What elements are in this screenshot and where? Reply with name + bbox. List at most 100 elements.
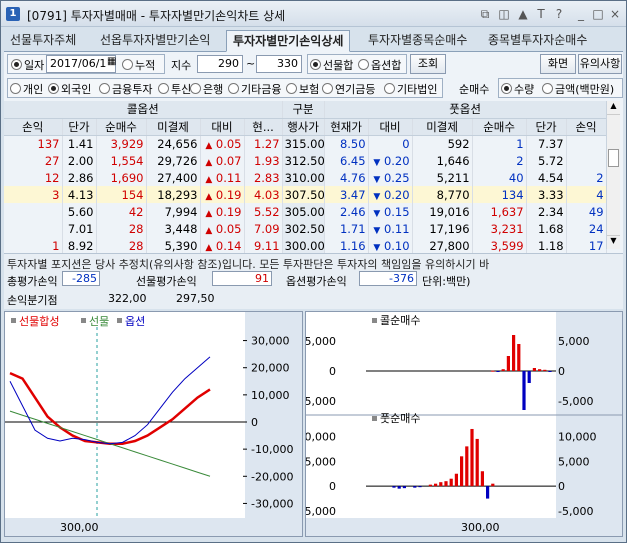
- y-tick-label-left: 0: [329, 365, 336, 378]
- investor-radio-etc-corp[interactable]: 기타법인: [384, 81, 437, 97]
- column-header[interactable]: 단가: [526, 118, 567, 136]
- close-icon[interactable]: ×: [607, 6, 623, 22]
- table-cell: 40: [472, 169, 527, 186]
- bar: [465, 446, 469, 487]
- column-header[interactable]: 손익: [4, 118, 63, 136]
- index-from-input[interactable]: 290: [197, 55, 243, 73]
- table-cell: 1.27: [244, 135, 283, 152]
- query-button[interactable]: 조회: [410, 54, 446, 74]
- column-header[interactable]: 미결제: [146, 118, 201, 136]
- investor-radio-bank[interactable]: 은행: [190, 81, 223, 97]
- table-cell: ▲ 0.19: [200, 203, 245, 220]
- column-header[interactable]: 행사가: [282, 118, 325, 136]
- scroll-down-icon[interactable]: ▼: [607, 235, 620, 249]
- table-cell: 302.50: [282, 220, 325, 237]
- table-cell: [4, 203, 63, 220]
- investor-radio-insurance[interactable]: 보험: [286, 81, 319, 97]
- column-header[interactable]: 대비: [200, 118, 245, 136]
- table-row[interactable]: 137 1.41 3,929 24,656 ▲ 0.05 1.27 315.00 8.50 0 5…: [4, 135, 607, 152]
- calendar-icon[interactable]: ▦: [107, 56, 116, 67]
- qty-radio[interactable]: 수량: [501, 81, 534, 97]
- up-icon[interactable]: ▲: [515, 6, 531, 22]
- investor-radio-trust[interactable]: 투신: [158, 81, 191, 97]
- table-cell: 49: [566, 203, 607, 220]
- scroll-up-icon[interactable]: ▲: [607, 101, 620, 115]
- scroll-thumb[interactable]: [608, 149, 619, 167]
- investor-radio-etc-fin[interactable]: 기타금융: [228, 81, 281, 97]
- amount-radio[interactable]: 금액(백만원): [542, 81, 614, 97]
- legend-label: 선물: [89, 315, 109, 328]
- column-header[interactable]: 현재가: [324, 118, 369, 136]
- table-row[interactable]: 3 4.13 154 18,293 ▲ 0.19 4.03 307.50 3.47 ▼ 0.20…: [4, 186, 607, 203]
- y-tick-label: 0: [251, 416, 258, 429]
- table-cell: 42: [96, 203, 147, 220]
- tab-bar: 선물투자주체 선옵투자자별만기손익 투자자별만기손익상세 투자자별종목순매수 종…: [4, 30, 623, 52]
- table-cell: 17: [566, 237, 607, 254]
- column-header[interactable]: 순매수: [96, 118, 147, 136]
- table-scrollbar[interactable]: ▲ ▼: [606, 101, 620, 249]
- futures-sum-radio[interactable]: 선물합: [310, 57, 353, 73]
- table-cell: 310.00: [282, 169, 325, 186]
- column-header[interactable]: 단가: [62, 118, 97, 136]
- tilde: ~: [246, 57, 256, 70]
- investor-radio-pension[interactable]: 연기금등: [322, 81, 375, 97]
- screen-button[interactable]: 화면: [540, 54, 576, 74]
- title-bar: 1 [0791] 투자자별매매 - 투자자별만기손익차트 상세 ⧉ ◫ ▲ T …: [1, 1, 626, 27]
- investor-label: 개인: [23, 83, 44, 96]
- maximize-icon[interactable]: □: [590, 6, 606, 22]
- column-header[interactable]: 손익: [566, 118, 607, 136]
- tab-expiry-pnl-detail[interactable]: 투자자별만기손익상세: [226, 30, 351, 52]
- table-cell: ▼ 0.11: [368, 220, 413, 237]
- investor-label: 보험: [299, 83, 320, 96]
- layout-icon[interactable]: ◫: [496, 6, 512, 22]
- table-cell: 305.00: [282, 203, 325, 220]
- help-icon[interactable]: ?: [551, 6, 567, 22]
- tab-item-investor-net[interactable]: 종목별투자자순매수: [482, 30, 593, 52]
- info-panel: 투자자별 포지션은 당사 추정치(유의사항 참조)입니다. 모든 투자판단은 투…: [4, 253, 623, 309]
- total-pnl-value: -285: [62, 271, 100, 286]
- index-to-input[interactable]: 330: [256, 55, 302, 73]
- column-header[interactable]: 대비: [368, 118, 413, 136]
- table-cell: 5,390: [146, 237, 201, 254]
- minimize-icon[interactable]: _: [573, 6, 589, 22]
- column-header[interactable]: 현...: [244, 118, 283, 136]
- table-cell: 307.50: [282, 186, 325, 203]
- tab-expiry-pnl[interactable]: 선옵투자자별만기손익: [94, 30, 216, 52]
- option-sum-radio[interactable]: 옵션합: [358, 57, 401, 73]
- table-row[interactable]: 1 8.92 28 5,390 ▲ 0.14 9.11 300.00 1.16 ▼ 0.10 27…: [4, 237, 607, 254]
- date-input[interactable]: 2017/06/1: [46, 55, 116, 73]
- table-row[interactable]: 12 2.86 1,690 27,400 ▲ 0.11 2.83 310.00 4.76 ▼ 0…: [4, 169, 607, 186]
- y-tick-label: -5,000: [558, 505, 593, 518]
- notice-button[interactable]: 유의사항: [578, 54, 622, 74]
- font-icon[interactable]: T: [533, 6, 549, 22]
- tab-investor-item-net[interactable]: 투자자별종목순매수: [362, 30, 473, 52]
- column-header[interactable]: 순매수: [472, 118, 527, 136]
- investor-label: 기타금융: [241, 83, 282, 96]
- bar: [449, 478, 453, 487]
- cumul-radio[interactable]: 누적: [122, 57, 155, 73]
- table-cell: 1.18: [526, 237, 567, 254]
- table-cell: 27,400: [146, 169, 201, 186]
- bar: [475, 438, 479, 487]
- date-radio[interactable]: 일자: [11, 57, 44, 73]
- investor-radio-individual[interactable]: 개인: [10, 81, 43, 97]
- table-cell: [566, 135, 607, 152]
- investor-label: 금융투자: [112, 83, 153, 96]
- radio-icon: [158, 83, 169, 94]
- amount-label: 금액(백만원): [555, 83, 615, 96]
- table-cell: 3: [4, 186, 63, 203]
- table-row[interactable]: 27 2.00 1,554 29,726 ▲ 0.07 1.93 312.50 6.45 ▼ 0…: [4, 152, 607, 169]
- legend-marker: [81, 318, 86, 323]
- column-header[interactable]: 미결제: [412, 118, 473, 136]
- table-cell: [566, 152, 607, 169]
- table-cell: 1: [4, 237, 63, 254]
- investor-radio-foreign[interactable]: 외국인: [48, 81, 91, 97]
- tab-futures-investor[interactable]: 선물투자주체: [4, 30, 82, 52]
- bar: [543, 369, 547, 371]
- table-row[interactable]: 7.01 28 3,448 ▲ 0.05 7.09 302.50 1.71 ▼ 0.11 17,…: [4, 220, 607, 237]
- investor-radio-financial[interactable]: 금융투자: [99, 81, 152, 97]
- table-row[interactable]: 5.60 42 7,994 ▲ 0.19 5.52 305.00 2.46 ▼ 0.15 19,…: [4, 203, 607, 220]
- table-cell: 3.33: [526, 186, 567, 203]
- link-icon[interactable]: ⧉: [477, 6, 493, 22]
- table-cell: ▼ 0.10: [368, 237, 413, 254]
